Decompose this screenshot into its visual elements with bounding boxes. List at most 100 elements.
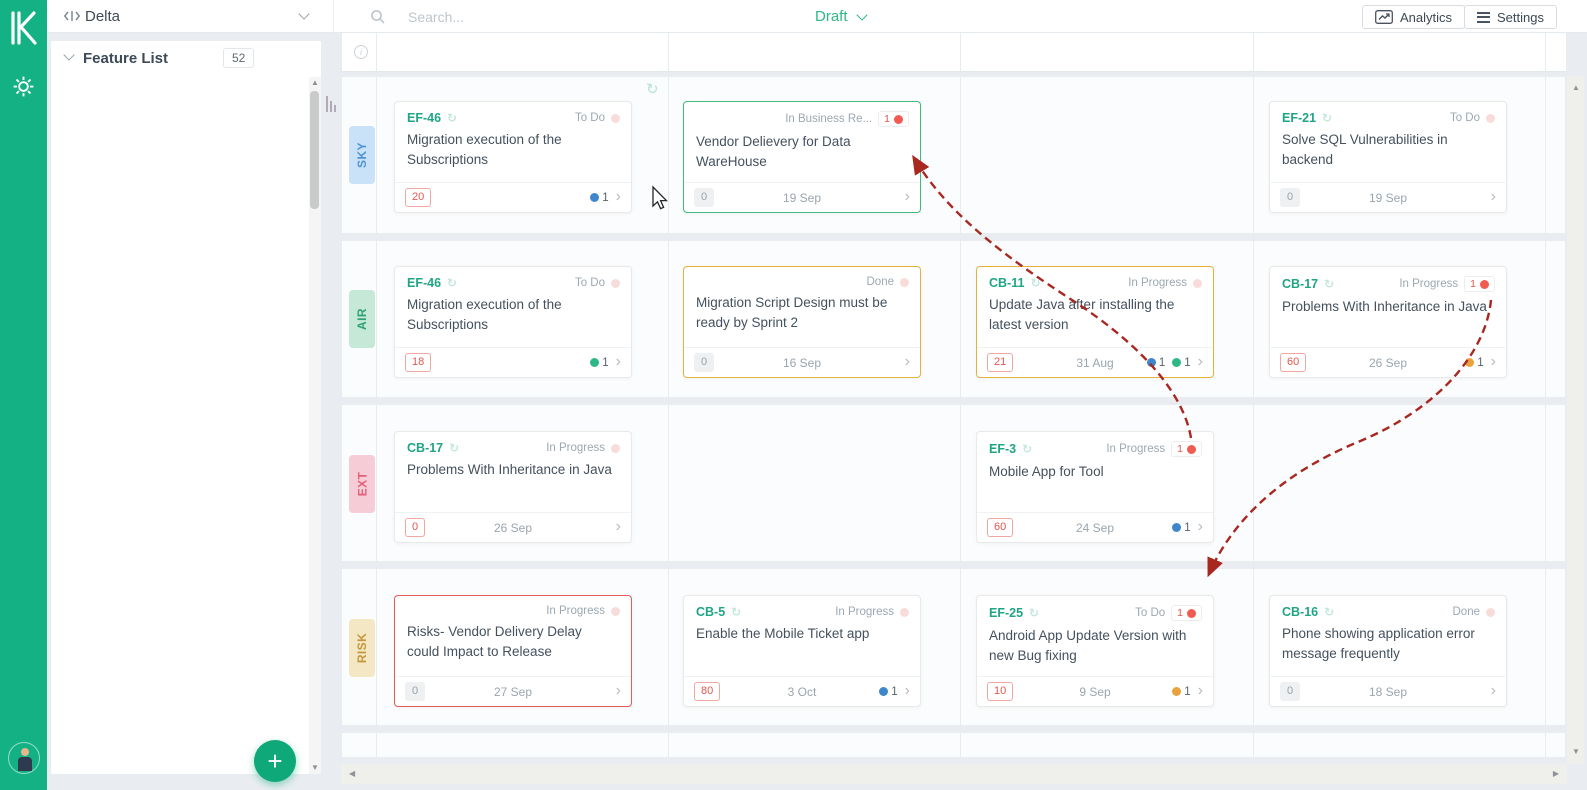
chevron-right-icon[interactable]: ›: [1491, 682, 1496, 699]
collapse-chevron-icon[interactable]: [63, 49, 75, 61]
board-card[interactable]: EF-46 ↻ To Do Migration execution of the…: [394, 101, 632, 213]
scroll-up-icon[interactable]: ▲: [311, 79, 319, 87]
cell-sync-icon[interactable]: ↻: [646, 80, 659, 98]
app-sidebar: [0, 0, 47, 790]
user-avatar[interactable]: [8, 742, 40, 774]
board-mode-dropdown[interactable]: Draft: [815, 0, 868, 33]
feature-list-panel: Feature List 52 ▲ ▼: [50, 40, 322, 775]
chevron-right-icon[interactable]: ›: [905, 188, 910, 205]
card-id[interactable]: EF-46: [407, 276, 441, 290]
board-card[interactable]: CB-17 ↻ In Progress Problems With Inheri…: [394, 431, 632, 543]
analytics-chart-icon: [1375, 10, 1393, 24]
analytics-button[interactable]: Analytics: [1362, 5, 1466, 29]
conflict-badge[interactable]: 1: [878, 111, 909, 127]
sync-icon: ↻: [1324, 605, 1335, 619]
board-card[interactable]: Done Migration Script Design must be rea…: [683, 266, 921, 378]
scroll-down-icon[interactable]: ▼: [311, 764, 319, 772]
chevron-right-icon[interactable]: ›: [616, 682, 621, 699]
sync-icon: ↻: [1322, 111, 1333, 125]
chevron-right-icon[interactable]: ›: [1491, 353, 1496, 370]
card-status: In Progress: [546, 605, 605, 617]
red-dot-icon: [1480, 279, 1489, 289]
panel-resize-handle[interactable]: [326, 94, 338, 112]
card-status: To Do: [1449, 112, 1480, 124]
chevron-right-icon[interactable]: ›: [905, 353, 910, 370]
card-title: Mobile App for Tool: [989, 464, 1104, 479]
row-label-sky[interactable]: SKY: [349, 126, 375, 184]
row-label-risk[interactable]: RISK: [349, 619, 375, 677]
chevron-right-icon[interactable]: ›: [1198, 682, 1203, 699]
card-id[interactable]: CB-5: [696, 605, 725, 619]
board-card[interactable]: CB-17 ↻ In Progress 1 Problems With Inhe…: [1269, 266, 1507, 378]
sync-icon: ↻: [1029, 606, 1040, 620]
board-card[interactable]: CB-11 ↻ In Progress Update Java after in…: [976, 266, 1214, 378]
card-date: 3 Oct: [787, 684, 817, 699]
card-id[interactable]: EF-3: [989, 442, 1016, 456]
board-card[interactable]: In Business Re... 1 Vendor Delievery for…: [683, 101, 921, 213]
card-status: To Do: [574, 112, 605, 124]
card-id[interactable]: EF-21: [1282, 111, 1316, 125]
project-selector[interactable]: Delta: [47, 0, 334, 33]
board-card[interactable]: CB-5 ↻ In Progress Enable the Mobile Tic…: [683, 595, 921, 707]
card-status: To Do: [574, 277, 605, 289]
board-card[interactable]: In Progress Risks- Vendor Delivery Delay…: [394, 595, 632, 707]
card-date: 19 Sep: [1368, 190, 1408, 205]
card-status: Done: [866, 276, 895, 288]
card-date: 26 Sep: [493, 520, 533, 535]
points-badge: 60: [1280, 353, 1307, 372]
card-id[interactable]: CB-16: [1282, 605, 1318, 619]
info-icon[interactable]: i: [354, 45, 368, 59]
card-id[interactable]: CB-17: [1282, 277, 1318, 291]
scroll-left-icon[interactable]: ◀: [349, 770, 355, 778]
settings-button[interactable]: Settings: [1464, 5, 1557, 29]
card-date: 26 Sep: [1368, 355, 1408, 370]
scroll-right-icon[interactable]: ▶: [1553, 770, 1559, 778]
blue-dot-icon: [1172, 523, 1182, 532]
add-feature-button[interactable]: +: [254, 740, 296, 782]
conflict-badge[interactable]: 1: [1171, 605, 1202, 621]
card-status: In Progress: [1399, 278, 1459, 290]
card-id[interactable]: CB-17: [407, 441, 443, 455]
card-title: Enable the Mobile Ticket app: [696, 626, 870, 641]
board-horizontal-scrollbar[interactable]: ◀ ▶: [341, 764, 1567, 784]
chevron-right-icon[interactable]: ›: [616, 188, 621, 205]
card-id[interactable]: EF-25: [989, 606, 1023, 620]
expand-horizontal-icon: [63, 9, 81, 28]
chevron-down-icon: [298, 8, 310, 20]
row-label-ext[interactable]: EXT: [349, 455, 375, 513]
card-status: In Progress: [546, 442, 605, 454]
board-card[interactable]: EF-21 ↻ To Do Solve SQL Vulnerabilities …: [1269, 101, 1507, 213]
scrollbar-thumb[interactable]: [310, 91, 319, 209]
board-card[interactable]: EF-3 ↻ In Progress 1 Mobile App for Tool…: [976, 431, 1214, 543]
points-badge: 0: [405, 682, 426, 701]
card-id[interactable]: CB-11: [989, 276, 1024, 290]
notification-dot: [1486, 607, 1495, 617]
scroll-up-icon[interactable]: ▲: [1572, 84, 1580, 92]
notification-dot: [611, 443, 620, 453]
scroll-down-icon[interactable]: ▼: [1572, 748, 1580, 756]
chevron-right-icon[interactable]: ›: [616, 518, 621, 535]
board-card[interactable]: CB-16 ↻ Done Phone showing application e…: [1269, 595, 1507, 707]
chevron-right-icon[interactable]: ›: [1198, 353, 1203, 370]
conflict-badge[interactable]: 1: [1171, 441, 1202, 457]
column-divider: [1545, 33, 1546, 758]
kendis-logo-icon[interactable]: [8, 10, 38, 51]
row-label-air[interactable]: AIR: [349, 290, 375, 348]
chevron-right-icon[interactable]: ›: [1198, 518, 1203, 535]
gear-icon[interactable]: [11, 74, 36, 104]
card-id[interactable]: EF-46: [407, 111, 441, 125]
points-badge: 10: [987, 682, 1014, 701]
card-status: In Progress: [1106, 443, 1166, 455]
sync-icon: ↻: [731, 605, 742, 619]
board-card[interactable]: EF-46 ↻ To Do Migration execution of the…: [394, 266, 632, 378]
orange-dot-icon: [1465, 358, 1475, 367]
board-vertical-scrollbar[interactable]: ▲ ▼: [1567, 76, 1584, 764]
chevron-right-icon[interactable]: ›: [905, 682, 910, 699]
panel-scrollbar[interactable]: ▲ ▼: [309, 77, 321, 774]
chevron-right-icon[interactable]: ›: [1491, 188, 1496, 205]
conflict-badge[interactable]: 1: [1464, 276, 1495, 292]
board-card[interactable]: EF-25 ↻ To Do 1 Android App Update Versi…: [976, 595, 1214, 707]
search-input[interactable]: Search...: [352, 0, 772, 33]
column-divider: [668, 33, 669, 758]
chevron-right-icon[interactable]: ›: [616, 353, 621, 370]
